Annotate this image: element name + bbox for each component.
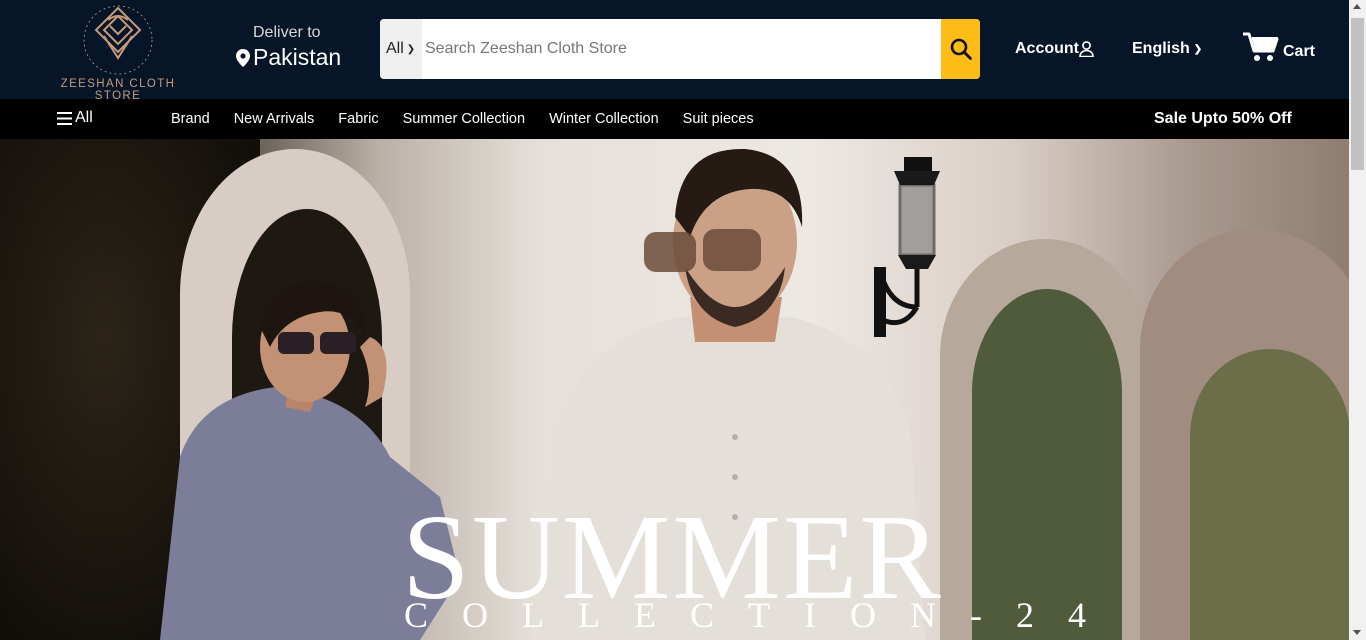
all-menu-button[interactable]: All [57, 109, 93, 127]
cart-link[interactable]: Cart [1243, 32, 1315, 62]
hero-arch [1190, 349, 1349, 640]
nav-links: Brand New Arrivals Fabric Summer Collect… [171, 111, 778, 127]
search-input[interactable] [422, 19, 941, 79]
nav-link-summer-collection[interactable]: Summer Collection [403, 111, 526, 127]
store-logo[interactable]: ZEESHAN CLOTH STORE [38, 2, 198, 102]
chevron-down-icon: ❯ [406, 43, 416, 55]
sale-banner-link[interactable]: Sale Upto 50% Off [1154, 110, 1292, 128]
scroll-down-arrow-icon[interactable] [1353, 630, 1361, 635]
search-icon [950, 38, 972, 60]
nav-link-fabric[interactable]: Fabric [338, 111, 378, 127]
search-category-value: All [386, 40, 404, 57]
site-header: ZEESHAN CLOTH STORE Deliver to Pakistan … [0, 0, 1349, 102]
account-label: Account [1015, 40, 1079, 57]
deliver-to-location[interactable]: Deliver to Pakistan [236, 24, 341, 71]
hero-subtitle: COLLECTION-24 [404, 595, 1120, 635]
account-link[interactable]: Account [1015, 40, 1094, 58]
cart-label: Cart [1283, 43, 1316, 60]
deliver-to-label: Deliver to [253, 24, 321, 41]
logo-emblem-icon [83, 5, 153, 75]
nav-link-brand[interactable]: Brand [171, 111, 210, 127]
search-button[interactable] [941, 19, 980, 79]
page-scrollbar[interactable] [1349, 0, 1366, 640]
chevron-down-icon: ❯ [1193, 43, 1203, 55]
language-selector[interactable]: English ❯ [1132, 40, 1202, 58]
scroll-up-arrow-icon[interactable] [1353, 4, 1361, 9]
deliver-country: Pakistan [253, 44, 342, 70]
category-nav: All Brand New Arrivals Fabric Summer Col… [0, 99, 1349, 139]
cart-icon [1243, 32, 1279, 61]
menu-icon [57, 111, 72, 125]
nav-link-suit-pieces[interactable]: Suit pieces [683, 111, 754, 127]
nav-link-winter-collection[interactable]: Winter Collection [549, 111, 659, 127]
language-label: English [1132, 40, 1190, 57]
scrollbar-thumb[interactable] [1351, 18, 1364, 170]
nav-link-new-arrivals[interactable]: New Arrivals [234, 111, 315, 127]
search-bar: All ❯ [380, 19, 980, 79]
user-icon [1079, 41, 1094, 57]
location-pin-icon [236, 48, 250, 67]
hero-banner[interactable]: SUMMER COLLECTION-24 [0, 139, 1349, 640]
all-menu-label: All [75, 109, 93, 126]
hero-arch [972, 289, 1122, 640]
search-category-select[interactable]: All ❯ [380, 19, 422, 79]
